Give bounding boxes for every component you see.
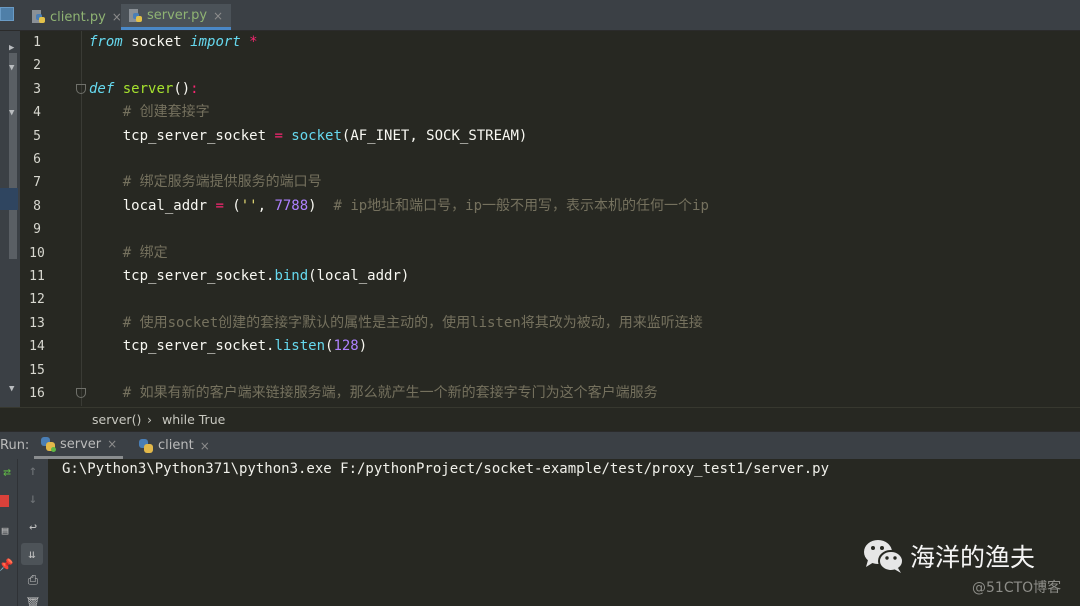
pin-icon[interactable]: 📌 <box>0 558 13 572</box>
collapse-arrow-icon[interactable]: ▼ <box>9 108 14 118</box>
console-output[interactable]: G:\Python3\Python371\python3.exe F:/pyth… <box>48 459 1080 606</box>
line-number: 15 <box>29 362 45 378</box>
fold-marker-icon[interactable] <box>76 388 86 398</box>
code-line-3: def server(): <box>89 80 199 97</box>
line-number: 1 <box>33 35 41 50</box>
collapse-arrow-icon[interactable]: ▼ <box>9 63 14 73</box>
scroll-to-end-icon[interactable]: ⇊ <box>21 543 43 565</box>
line-number: 4 <box>33 105 41 121</box>
code-line-10: # 绑定 <box>89 244 168 261</box>
layout-icon[interactable]: ▤ <box>0 524 10 537</box>
close-icon[interactable]: × <box>213 9 223 23</box>
tab-client-py[interactable]: client.py × <box>24 4 130 30</box>
tab-server-py[interactable]: server.py × <box>121 4 232 30</box>
run-panel-header: Run: server × client × <box>0 431 1080 459</box>
trash-icon[interactable]: 🗑 <box>26 597 40 606</box>
run-tab-label: client <box>158 438 194 453</box>
code-line-4: # 创建套接字 <box>89 104 210 121</box>
line-number: 7 <box>33 175 41 191</box>
python-run-icon <box>40 436 56 452</box>
code-line-14: tcp_server_socket.listen(128) <box>89 338 368 355</box>
run-tab-label: server <box>60 436 102 452</box>
wechat-icon <box>864 540 904 573</box>
project-view-icon[interactable] <box>0 7 14 21</box>
code-line-11: tcp_server_socket.bind(local_addr) <box>89 268 410 284</box>
code-line-7: # 绑定服务端提供服务的端口号 <box>89 174 322 191</box>
watermark: 海洋的渔夫 @51CTO博客 <box>862 538 1061 596</box>
line-number: 10 <box>29 245 45 261</box>
watermark-author: 海洋的渔夫 <box>910 543 1036 572</box>
run-tab-client[interactable]: client × <box>132 432 216 459</box>
tab-label: client.py <box>50 9 106 25</box>
run-label: Run: <box>0 438 30 453</box>
left-tool-strip: ▶ ▼ ▼ ▼ <box>0 31 20 430</box>
line-number: 2 <box>33 58 41 74</box>
editor-tab-bar: client.py × server.py × <box>0 0 1080 31</box>
breadcrumb-separator-icon: › <box>147 412 152 427</box>
code-line-1: from socket import * <box>89 34 258 50</box>
line-number: 3 <box>33 81 41 97</box>
line-number: 13 <box>29 315 45 331</box>
rerun-icon[interactable]: ⇄ <box>0 465 14 480</box>
close-icon[interactable]: × <box>200 439 210 453</box>
python-icon <box>138 438 154 454</box>
scroll-thumb[interactable] <box>9 53 17 259</box>
stop-icon[interactable] <box>0 495 9 507</box>
expand-arrow-icon[interactable]: ▶ <box>9 43 14 53</box>
line-number: 5 <box>33 128 41 144</box>
watermark-source: @51CTO博客 <box>972 580 1062 596</box>
breadcrumb: server() › while True <box>0 407 1080 432</box>
soft-wrap-icon[interactable]: ↩ <box>26 519 40 535</box>
run-toolbar-primary: ⇄ ▤ 📌 <box>0 459 18 606</box>
line-number: 12 <box>29 292 45 308</box>
code-line-13: # 使用socket创建的套接字默认的属性是主动的，使用listen将其改为被动… <box>89 314 703 331</box>
selected-marker <box>0 188 18 210</box>
line-number: 14 <box>29 339 45 355</box>
run-toolbar-secondary: ↑ ↓ ↩ ⇊ ⎙ 🗑 <box>18 459 48 606</box>
code-line-16: # 如果有新的客户端来链接服务端，那么就产生一个新的套接字专门为这个客户端服务 <box>89 385 658 401</box>
close-icon[interactable]: × <box>107 437 117 451</box>
python-file-icon <box>32 10 46 24</box>
print-icon[interactable]: ⎙ <box>26 573 40 588</box>
fold-marker-icon[interactable] <box>76 84 86 94</box>
tab-label: server.py <box>147 8 208 23</box>
collapse-arrow-icon[interactable]: ▼ <box>9 384 14 394</box>
line-number: 9 <box>33 222 41 238</box>
line-number: 11 <box>29 269 45 284</box>
breadcrumb-item-while[interactable]: while True <box>162 412 225 427</box>
line-number: 8 <box>33 198 41 214</box>
line-number: 16 <box>29 386 45 401</box>
breadcrumb-item-server[interactable]: server() <box>92 412 141 427</box>
up-arrow-icon[interactable]: ↑ <box>26 463 40 479</box>
console-line: G:\Python3\Python371\python3.exe F:/pyth… <box>62 461 830 477</box>
down-arrow-icon[interactable]: ↓ <box>26 491 40 507</box>
python-file-icon <box>129 8 143 23</box>
line-number: 6 <box>33 152 41 167</box>
code-line-8: local_addr = ('', 7788) # ip地址和端口号，ip一般不… <box>89 197 709 214</box>
run-tab-server[interactable]: server × <box>34 432 124 459</box>
code-line-5: tcp_server_socket = socket(AF_INET, SOCK… <box>89 127 528 144</box>
